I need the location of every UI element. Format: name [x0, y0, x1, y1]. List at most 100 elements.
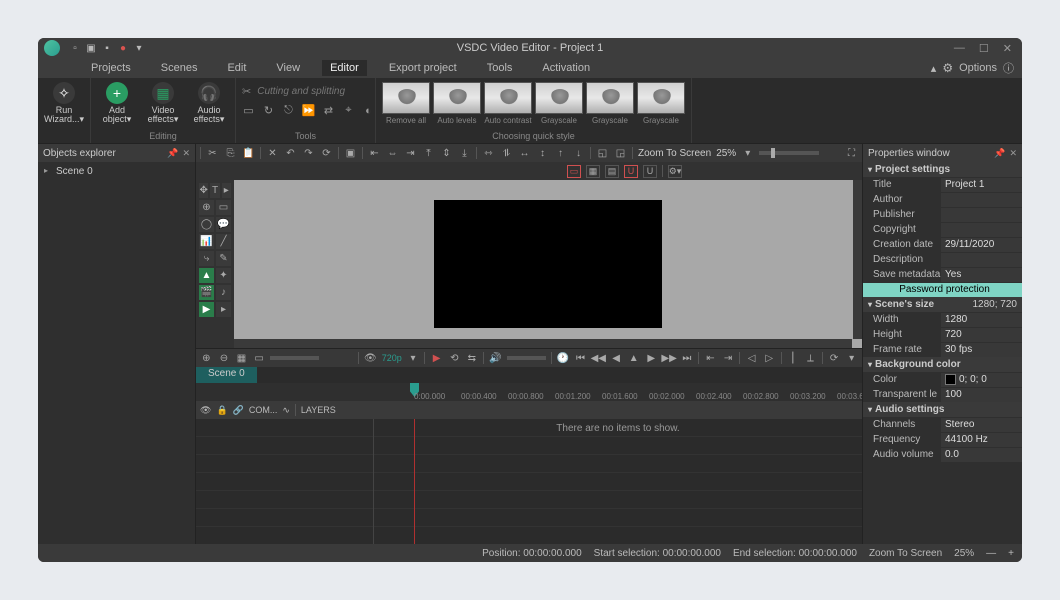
loop-icon[interactable]: ⟲: [448, 352, 461, 365]
zoom-dropdown-icon[interactable]: ▾: [741, 147, 754, 160]
help-icon[interactable]: ⓘ: [1003, 60, 1014, 76]
play-tool-icon[interactable]: ▶: [199, 302, 214, 317]
image-tool-icon[interactable]: ▲: [199, 268, 214, 283]
minimize-icon[interactable]: —: [954, 42, 965, 55]
next-marker-icon[interactable]: ▷: [763, 352, 776, 365]
style-grayscale-1[interactable]: Grayscale: [535, 82, 583, 125]
audio-tool-icon[interactable]: ♪: [216, 285, 231, 300]
rect-tool-icon[interactable]: ▭: [216, 200, 231, 215]
prop-row[interactable]: Height720: [863, 327, 1022, 342]
section-audio[interactable]: Audio settings: [863, 402, 1022, 417]
line-tool-icon[interactable]: ╱: [216, 234, 231, 249]
lock-col-icon[interactable]: 🔒: [216, 405, 227, 416]
clock-icon[interactable]: 🕐: [557, 352, 570, 365]
audio-effects-button[interactable]: 🎧 Audioeffects▾: [189, 82, 229, 125]
more-tool-icon[interactable]: ▸: [216, 302, 231, 317]
prop-row[interactable]: Publisher: [863, 207, 1022, 222]
menu-scenes[interactable]: Scenes: [153, 60, 206, 76]
same-height-icon[interactable]: ↕: [536, 147, 549, 160]
color-swatch[interactable]: [945, 374, 956, 385]
volume-slider[interactable]: [507, 356, 546, 360]
tree-scene-0[interactable]: Scene 0: [38, 162, 195, 181]
menu-activation[interactable]: Activation: [534, 60, 598, 76]
tool-speed-icon[interactable]: ⏩: [302, 104, 315, 117]
text-tool-icon[interactable]: T: [210, 183, 219, 198]
zoom-pct[interactable]: 25%: [716, 148, 736, 159]
go-end-icon[interactable]: ⏭: [681, 352, 694, 365]
step-back-icon[interactable]: ◀◀: [592, 352, 605, 365]
align-top-icon[interactable]: ⤒: [422, 147, 435, 160]
distribute-h-icon[interactable]: ⇿: [482, 147, 495, 160]
bring-front-icon[interactable]: ◱: [596, 147, 609, 160]
more-dropdown-icon[interactable]: ▾: [845, 352, 858, 365]
tl-add-icon[interactable]: ⊕: [200, 352, 213, 365]
align-left-icon[interactable]: ⇤: [368, 147, 381, 160]
prop-row[interactable]: Author: [863, 192, 1022, 207]
qat-dropdown-icon[interactable]: ▾: [134, 43, 144, 53]
opt-box1-icon[interactable]: ▭: [567, 165, 581, 178]
tool-volume-icon[interactable]: ◐: [362, 104, 375, 117]
go-start-icon[interactable]: ⏮: [574, 352, 587, 365]
open-icon[interactable]: ▣: [86, 43, 96, 53]
scissors-icon[interactable]: ✂: [242, 85, 251, 98]
tool-split-icon[interactable]: ⎋: [282, 104, 295, 117]
align-middle-icon[interactable]: ⇕: [440, 147, 453, 160]
shape-tool-icon[interactable]: ⤷: [199, 251, 214, 266]
crop-clip-icon[interactable]: ⟂: [804, 352, 817, 365]
menu-projects[interactable]: Projects: [83, 60, 139, 76]
scene-tab-0[interactable]: Scene 0: [196, 367, 257, 383]
prop-row[interactable]: Frequency44100 Hz: [863, 432, 1022, 447]
maximize-icon[interactable]: ☐: [979, 42, 989, 55]
menu-export[interactable]: Export project: [381, 60, 465, 76]
frame-back-icon[interactable]: ◀: [610, 352, 623, 365]
tl-film-icon[interactable]: ▦: [235, 352, 248, 365]
ellipse-tool-icon[interactable]: ◯: [199, 217, 214, 232]
arrow-up-icon[interactable]: ↑: [554, 147, 567, 160]
video-tool-icon[interactable]: 🎬: [199, 285, 214, 300]
timeline-cursor[interactable]: [414, 419, 415, 544]
row-password[interactable]: Password protection: [863, 282, 1022, 297]
marker-out-icon[interactable]: ⇥: [722, 352, 735, 365]
opt-box2-icon[interactable]: ▦: [586, 165, 600, 178]
style-grayscale-3[interactable]: Grayscale: [637, 82, 685, 125]
gear-icon[interactable]: ⚙: [942, 61, 953, 75]
opt-u2-icon[interactable]: U: [643, 165, 657, 178]
split-clip-icon[interactable]: ⎮: [787, 352, 800, 365]
spray-tool-icon[interactable]: ✦: [216, 268, 231, 283]
menu-view[interactable]: View: [268, 60, 308, 76]
undo-icon[interactable]: ↶: [284, 147, 297, 160]
menu-edit[interactable]: Edit: [219, 60, 254, 76]
row-color[interactable]: Color0; 0; 0: [863, 372, 1022, 387]
prop-row[interactable]: ChannelsStereo: [863, 417, 1022, 432]
arrow-down-icon[interactable]: ↓: [572, 147, 585, 160]
add-object-button[interactable]: + Addobject▾: [97, 82, 137, 125]
paste-icon[interactable]: 📋: [242, 147, 255, 160]
delete-icon[interactable]: ✕: [266, 147, 279, 160]
style-auto-levels[interactable]: Auto levels: [433, 82, 481, 125]
timeline-ruler[interactable]: 0:00.00000:00.40000:00.80000:01.20000:01…: [374, 383, 862, 401]
tool-reverse-icon[interactable]: ⇄: [322, 104, 335, 117]
step-fwd-icon[interactable]: ▶▶: [663, 352, 676, 365]
range-icon[interactable]: ⇆: [466, 352, 479, 365]
scrollbar-horizontal[interactable]: [234, 339, 852, 348]
send-back-icon[interactable]: ◲: [614, 147, 627, 160]
prop-row[interactable]: TitleProject 1: [863, 177, 1022, 192]
hand-tool-icon[interactable]: ⊕: [199, 200, 214, 215]
tool-stab-icon[interactable]: ⌖: [342, 104, 355, 117]
save-icon[interactable]: ▪: [102, 43, 112, 53]
section-project-settings[interactable]: Project settings: [863, 162, 1022, 177]
tl-remove-icon[interactable]: ⊖: [218, 352, 231, 365]
menu-editor[interactable]: Editor: [322, 60, 367, 76]
play-button-icon[interactable]: ▶: [430, 352, 443, 365]
row-transparent[interactable]: Transparent le100: [863, 387, 1022, 402]
frame-fwd-icon[interactable]: ▶: [645, 352, 658, 365]
prop-row[interactable]: Save metadataYes: [863, 267, 1022, 282]
prop-row[interactable]: Frame rate30 fps: [863, 342, 1022, 357]
close-icon[interactable]: ✕: [1003, 42, 1012, 55]
align-bottom-icon[interactable]: ⤓: [458, 147, 471, 160]
link-col-icon[interactable]: 🔗: [233, 405, 244, 416]
eye-col-icon[interactable]: 👁: [200, 405, 211, 416]
menu-tools[interactable]: Tools: [479, 60, 521, 76]
chart-tool-icon[interactable]: 📊: [199, 234, 214, 249]
prop-row[interactable]: Creation date29/11/2020: [863, 237, 1022, 252]
